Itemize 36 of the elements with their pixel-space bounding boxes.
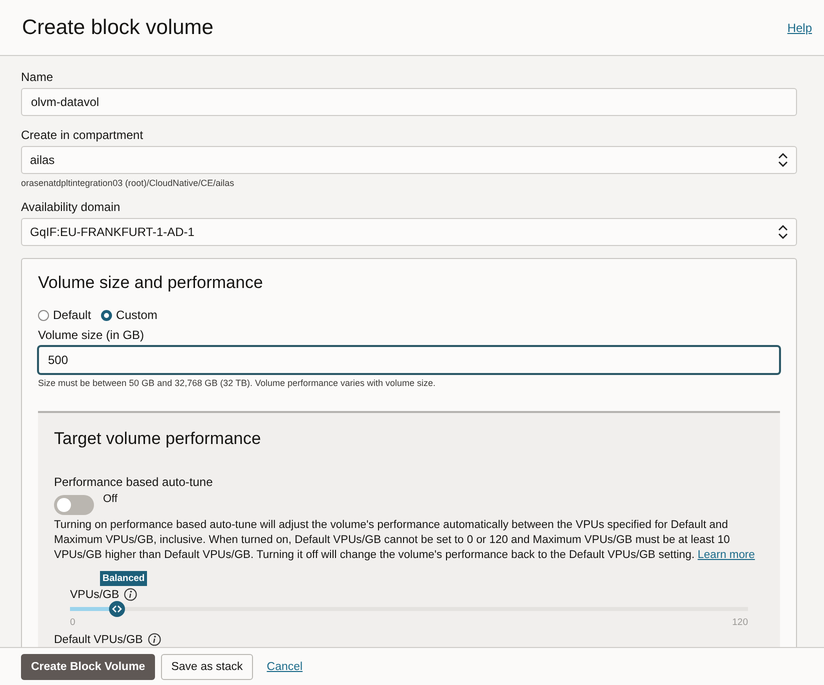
slider-thumb[interactable] — [109, 601, 126, 617]
chevron-icon — [778, 225, 788, 239]
save-stack-button[interactable]: Save as stack — [161, 654, 253, 680]
text-field[interactable]: olvm-datavol — [21, 88, 797, 116]
field-hint: Size must be between 50 GB and 32,768 GB (32 TB). Volume performance varies with volume size. — [38, 378, 437, 388]
field-label: Volume size (in GB) — [38, 328, 146, 342]
toggle-switch[interactable] — [54, 495, 94, 515]
radio-button[interactable] — [101, 310, 112, 320]
toggle-state: Off — [103, 493, 118, 505]
field-label: Availability domain — [21, 200, 122, 214]
section-title: Volume size and performance — [38, 273, 264, 293]
toggle-label: Performance based auto-tune — [54, 475, 214, 489]
number-field[interactable]: 500 — [38, 346, 780, 374]
info-icon — [148, 633, 161, 646]
radio-button[interactable] — [38, 310, 49, 320]
info-icon — [124, 588, 138, 601]
slider-label: Default VPUs/GB — [54, 634, 143, 646]
create-button[interactable]: Create Block Volume — [21, 654, 156, 680]
max-label: 120 — [732, 617, 748, 628]
select-field[interactable]: GqIF:EU-FRANKFURT-1-AD-1 — [21, 218, 797, 246]
min-label: 0 — [70, 617, 76, 628]
slider-label: VPUs/GB — [70, 588, 120, 600]
learn-more-link[interactable]: Learn more — [698, 549, 755, 561]
field-label: Create in compartment — [21, 128, 144, 142]
chevron-icon — [778, 153, 788, 167]
select-field[interactable]: ailas — [21, 146, 797, 174]
description-text: Turning on performance based auto-tune will adjust the volume's performance automatically between the VPUs specified for Default and Maximum VPUs/GB, inclusive. When turned on, Default VPUs/GB cannot be set to 0 or 120 and Maximum VPUs/GB must be at least 10 VPUs/GB higher than Default VPUs/GB. Turning it off will change the volume's performance back to the Default VPUs/GB setting. Learn more — [54, 518, 756, 563]
dialog-title: Create block volume — [22, 16, 214, 40]
value-badge: Balanced — [100, 571, 147, 586]
radio-option[interactable]: Custom — [101, 308, 158, 322]
field-label: Name — [21, 70, 54, 84]
section-title: Target volume performance — [54, 429, 262, 449]
field-hint: orasenatdpltintegration03 (root)/CloudNative/CE/ailas — [21, 178, 236, 188]
radio-option[interactable]: Default — [38, 308, 92, 322]
cancel-link[interactable]: Cancel — [266, 660, 303, 672]
help-link[interactable]: Help — [787, 20, 812, 34]
